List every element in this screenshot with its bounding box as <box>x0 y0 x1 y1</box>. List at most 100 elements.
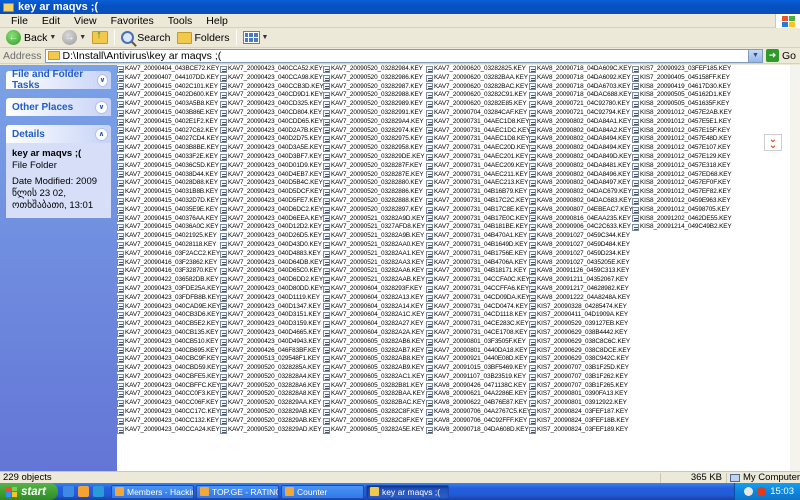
file-item[interactable]: KAV7_20090423_040CCA24.KEY <box>117 426 221 435</box>
file-item[interactable]: KAV7_20090605_03282BAA.KEY <box>323 390 427 399</box>
file-item[interactable]: KAV7_20090731_04CCFFA6.KEY <box>426 285 530 294</box>
file-item[interactable]: KAV7_20090521_03282AA1.KEY <box>323 250 427 259</box>
file-item[interactable]: KAV8_20090718_04DA609C.KEY <box>529 65 633 74</box>
file-item[interactable]: KAV7_20090415_0402D600.KEY <box>117 91 221 100</box>
file-item[interactable]: KAV7_20090731_04B1649D.KEY <box>426 241 530 250</box>
media-icon[interactable] <box>78 486 89 497</box>
file-item[interactable]: KAV7_20091015_03BF5469.KEY <box>426 364 530 373</box>
file-item[interactable]: KAV7_20090731_04AEC209.KEY <box>426 162 530 171</box>
file-item[interactable]: KAV7_20090415_04021925.KEY <box>117 232 221 241</box>
file-item[interactable]: KAV7_20090423_040CBFE5.KEY <box>117 373 221 382</box>
chevron-down-icon[interactable]: ∨ <box>96 73 108 87</box>
file-item[interactable]: KAV8_20090802_04DAC683.KEY <box>529 197 633 206</box>
file-item[interactable]: KAV7_20090416_03F2ACC2.KEY <box>117 250 221 259</box>
file-item[interactable]: KAV7_20090423_040D01D9.KEY <box>220 162 324 171</box>
file-item[interactable]: KAV7_20090521_03282AAB.KEY <box>323 276 427 285</box>
views-button[interactable]: ▼ <box>240 29 272 47</box>
file-item[interactable]: KIS7_20090411_04D1909A.KEY <box>529 311 633 320</box>
file-item[interactable]: KIS7_20090529_039127EB.KEY <box>529 320 633 329</box>
file-item[interactable]: KAV7_20090415_040376AA.KEY <box>117 215 221 224</box>
file-item[interactable]: KAV7_20090423_040D4943.KEY <box>220 338 324 347</box>
file-item[interactable]: KAV7_20090731_04B4706A.KEY <box>426 259 530 268</box>
file-item[interactable]: KAV7_20090731_04AEC213.KEY <box>426 179 530 188</box>
browser-icon[interactable] <box>63 486 74 497</box>
address-input[interactable]: D:\Install\Antivirus\key ar maqvs ;( ▼ <box>44 48 763 63</box>
file-item[interactable]: KAV7_20090520_032828A4.KEY <box>220 373 324 382</box>
file-item[interactable]: KIS7_20090629_038C942C.KEY <box>529 355 633 364</box>
file-item[interactable]: KAV8_20090802_04DA8494.KEY <box>529 135 633 144</box>
file-item[interactable]: KAV7_20090520_03282988.KEY <box>323 91 427 100</box>
file-item[interactable]: KAV7_20090731_04B16B79.KEY <box>426 188 530 197</box>
file-item[interactable]: KAV8_20091027_0459D484.KEY <box>529 241 633 250</box>
chevron-down-icon[interactable]: ∨ <box>95 100 108 114</box>
file-item[interactable]: KAV7_20090423_040CCA98.KEY <box>220 74 324 83</box>
file-item[interactable]: KIS7_20090824_03FEF189.KEY <box>529 426 633 435</box>
file-item[interactable]: KAV8_20091126_0459C313.KEY <box>529 267 633 276</box>
file-item[interactable]: KAV7_20090605_03282B81.KEY <box>323 382 427 391</box>
file-item[interactable]: KAV7_20090423_040CB510.KEY <box>117 338 221 347</box>
file-item[interactable]: KAV7_20090731_04B1756E.KEY <box>426 250 530 259</box>
file-item[interactable]: KAV7_20090415_04028118.KEY <box>117 241 221 250</box>
chevron-up-icon[interactable]: ∧ <box>95 127 108 141</box>
file-item[interactable]: KAV7_20090605_03282AC1.KEY <box>323 373 427 382</box>
file-item[interactable]: KAV7_20090731_04B18171.KEY <box>426 267 530 276</box>
file-item[interactable]: KAV8_20090802_04DAC679.KEY <box>529 188 633 197</box>
file-item[interactable]: KAV7_20090731_04B470A1.KEY <box>426 232 530 241</box>
go-button[interactable]: ➜ Go <box>763 49 800 62</box>
title-bar[interactable]: key ar maqvs ;( <box>0 0 800 14</box>
file-item[interactable]: KAV7_20090520_032829AD.KEY <box>220 426 324 435</box>
chevron-down-icon[interactable]: ▼ <box>747 49 762 62</box>
file-item[interactable]: KAV7_20090731_04AEC201.KEY <box>426 153 530 162</box>
file-item[interactable]: KIS8_20091012_0457E48D.KEY <box>632 135 736 144</box>
menu-help[interactable]: Help <box>199 15 235 27</box>
chevron-down-icon[interactable]: ▼ <box>49 34 56 41</box>
file-item[interactable]: KAV7_20090604_03282A14.KEY <box>323 303 427 312</box>
file-item[interactable]: KAV8_20090906_04C2C633.KEY <box>529 223 633 232</box>
file-item[interactable]: KIS7_20090707_03B1F262.KEY <box>529 373 633 382</box>
file-item[interactable]: KIS7_20090328_04285474.KEY <box>529 303 633 312</box>
file-item[interactable]: KIS8_20091012_0457E129.KEY <box>632 153 736 162</box>
file-item[interactable]: KAV7_20090731_04B17E0C.KEY <box>426 215 530 224</box>
file-item[interactable]: KAV7_20090415_0403B86E.KEY <box>117 109 221 118</box>
file-item[interactable]: KIS7_20090629_038B4442.KEY <box>529 329 633 338</box>
file-item[interactable]: KAV7_20090520_03282975.KEY <box>323 135 427 144</box>
file-item[interactable]: KAV7_20090520_03282974.KEY <box>323 127 427 136</box>
file-item[interactable]: KAV7_20090731_04CCFA0C.KEY <box>426 276 530 285</box>
file-item[interactable]: KAV8_20090721_04C92780.KEY <box>529 100 633 109</box>
chevron-down-icon[interactable]: ▼ <box>262 34 269 41</box>
file-item[interactable]: KAV7_20090513_029548F1.KEY <box>220 355 324 364</box>
file-item[interactable]: KAV7_20090423_040D3159.KEY <box>220 320 324 329</box>
file-item[interactable]: KAV7_20090423_040CD325.KEY <box>220 100 324 109</box>
file-folder-tasks-header[interactable]: File and Folder Tasks ∨ <box>6 69 111 91</box>
file-item[interactable]: KAV7_20090415_04035E9E.KEY <box>117 206 221 215</box>
taskbar-button[interactable]: TOP.GE - RATING - M... <box>196 484 279 499</box>
up-folder-button[interactable] <box>89 29 111 47</box>
file-item[interactable]: KAV7_20090423_040D5B4C.KEY <box>220 179 324 188</box>
file-item[interactable]: KAV7_20090521_03282A9B.KEY <box>323 232 427 241</box>
file-item[interactable]: KAV7_20090423_040D2D75.KEY <box>220 135 324 144</box>
file-item[interactable]: KAV7_20090731_04CE1708.KEY <box>426 329 530 338</box>
file-item[interactable]: KAV7_20090423_040D1119.KEY <box>220 294 324 303</box>
file-item[interactable]: KIS7_20090801_0390FA13.KEY <box>529 390 633 399</box>
file-item[interactable]: KAV7_20090415_04028D88.KEY <box>117 179 221 188</box>
file-item[interactable]: KIS8_20091012_0457E5E1.KEY <box>632 118 736 127</box>
file-item[interactable]: KAV8_20091211_04352067.KEY <box>529 276 633 285</box>
file-item[interactable]: KAV7_20090520_0328285A.KEY <box>220 364 324 373</box>
file-item[interactable]: KAV7_20090415_04033F2E.KEY <box>117 153 221 162</box>
details-header[interactable]: Details ∧ <box>6 125 111 143</box>
file-item[interactable]: KAV7_20090422_036582DB.KEY <box>117 276 221 285</box>
vertical-scrollbar[interactable] <box>790 65 800 471</box>
file-item[interactable]: KAV7_20090423_040CC06F.KEY <box>117 399 221 408</box>
file-item[interactable]: KAV7_20090801_03F3505F.KEY <box>426 338 530 347</box>
file-item[interactable]: KAV8_20090802_04DA849D.KEY <box>529 153 633 162</box>
forward-button[interactable]: → ▼ <box>59 29 89 47</box>
file-item[interactable]: KAV7_20090620_03282E85.KEY <box>426 100 530 109</box>
file-item[interactable]: KIS7_20090923_03FEF185.KEY <box>632 65 736 74</box>
file-item[interactable]: KAV7_20090520_03282958.KEY <box>323 144 427 153</box>
file-item[interactable]: KAV7_20090521_03282AA3.KEY <box>323 259 427 268</box>
file-item[interactable]: KAV7_20090423_040D4883.KEY <box>220 250 324 259</box>
menu-edit[interactable]: Edit <box>35 15 67 27</box>
file-item[interactable]: KAV7_20090520_0328287E.KEY <box>323 171 427 180</box>
file-item[interactable]: KAV8_20090426_0471138C.KEY <box>426 382 530 391</box>
file-item[interactable]: KAV7_20090604_03282A27.KEY <box>323 320 427 329</box>
